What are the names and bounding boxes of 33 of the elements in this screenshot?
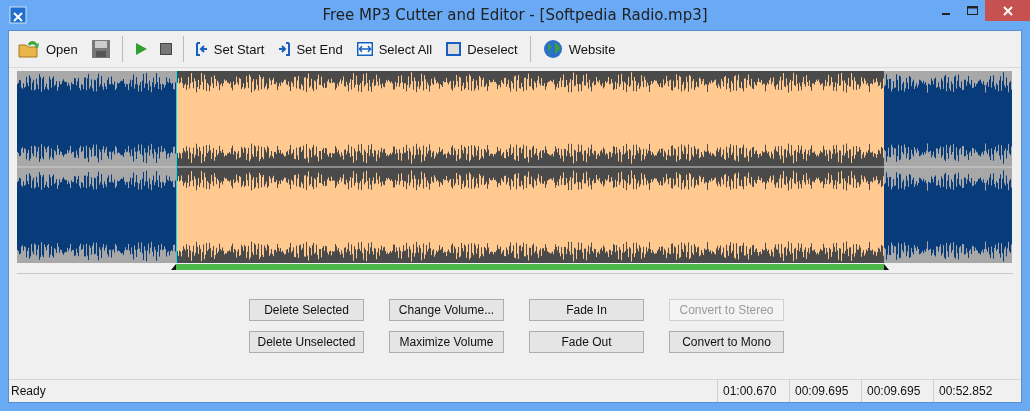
- bracket-left-arrow-icon: [195, 42, 208, 56]
- stop-icon[interactable]: [159, 43, 172, 55]
- action-button[interactable]: Maximize Volume: [389, 331, 504, 353]
- globe-icon: [542, 39, 563, 59]
- action-button[interactable]: Fade In: [529, 299, 644, 321]
- action-button[interactable]: Fade Out: [529, 331, 644, 353]
- toolbar-button[interactable]: Website: [537, 35, 621, 63]
- close-button[interactable]: [985, 0, 1030, 21]
- toolbar-button[interactable]: Set Start: [190, 35, 270, 63]
- time-readout: 00:52.852: [933, 380, 1005, 402]
- toolbar-button[interactable]: Set End: [273, 35, 348, 63]
- action-button[interactable]: Delete Unselected: [249, 331, 364, 353]
- toolbar-button[interactable]: Deselect: [441, 35, 523, 63]
- square-icon: [446, 42, 462, 56]
- play-icon[interactable]: [133, 42, 148, 56]
- toolbar-button[interactable]: Select All: [351, 35, 438, 63]
- window-title: Free MP3 Cutter and Editor - [Softpedia Radio.mp3]: [321, 6, 709, 24]
- action-button[interactable]: Convert to Mono: [669, 331, 784, 353]
- action-button[interactable]: Delete Selected: [249, 299, 364, 321]
- status-message: Ready: [10, 384, 47, 398]
- time-readout: 01:00.670: [717, 380, 789, 402]
- time-readout: 00:09.695: [861, 380, 933, 402]
- minimize-icon: [942, 13, 950, 15]
- folder-icon: [18, 39, 40, 59]
- app-icon: [9, 6, 27, 24]
- bracket-right-arrow-icon: [278, 42, 291, 56]
- expand-arrows-icon: [356, 42, 373, 56]
- toolbar-button[interactable]: Open: [13, 35, 83, 63]
- end-marker-icon[interactable]: [884, 264, 889, 270]
- close-icon: [1002, 5, 1013, 16]
- maximize-icon: [966, 5, 978, 16]
- time-readout: 00:09.695: [789, 380, 861, 402]
- action-button[interactable]: Change Volume...: [389, 299, 504, 321]
